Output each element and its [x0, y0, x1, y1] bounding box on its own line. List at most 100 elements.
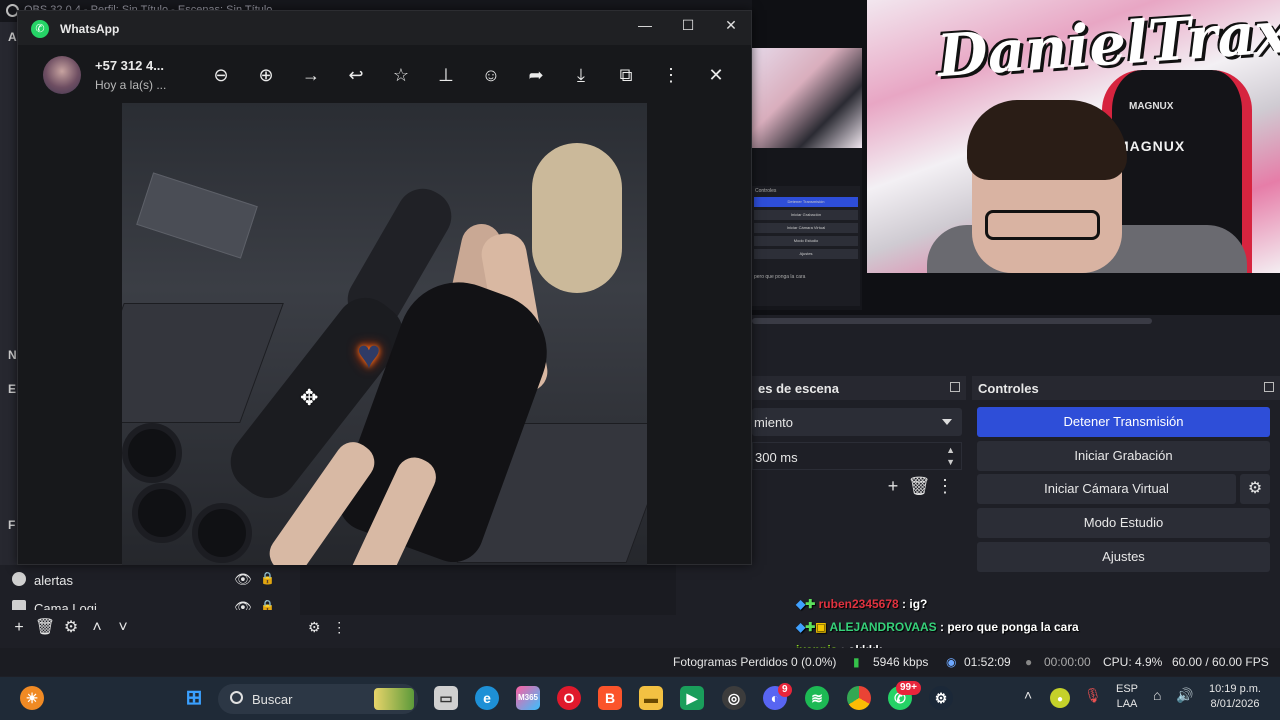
person-hair [532, 143, 622, 293]
whatsapp-app-name: WhatsApp [60, 22, 120, 36]
weight-plate [122, 423, 182, 483]
trash-icon[interactable]: 🗑 [32, 617, 58, 637]
spotify-icon[interactable]: ≋ [805, 686, 829, 710]
share-icon[interactable]: ➦ [522, 62, 550, 88]
pin-icon[interactable]: ⊥ [432, 62, 460, 88]
chat-badge-icon: ◆ [796, 597, 806, 611]
virtual-camera-settings-gear-icon[interactable]: ⚙ [1240, 474, 1270, 504]
task-view-icon[interactable]: ▭ [434, 686, 458, 710]
spin-up-icon[interactable]: ▲ [946, 445, 955, 455]
studio-mode-button[interactable]: Modo Estudio [977, 508, 1270, 538]
record-status-icon: ● [1025, 655, 1033, 669]
transition-duration-input[interactable]: 300 ms ▲ ▼ [752, 442, 962, 470]
reply-icon[interactable]: ↩ [342, 62, 370, 88]
trash-icon[interactable]: 🗑 [906, 476, 932, 497]
brave-icon[interactable]: B [598, 686, 622, 710]
more-vertical-icon[interactable]: ⋮ [932, 476, 958, 497]
eye-icon[interactable]: 👁 [234, 571, 252, 588]
emoji-icon[interactable]: ☺ [477, 62, 505, 88]
add-source-icon[interactable]: + [6, 619, 32, 637]
preview-scrollbar[interactable] [752, 318, 1152, 324]
obs-left-strip: A N E F [0, 22, 18, 622]
app-icon[interactable]: ▶ [680, 686, 704, 710]
source-name: Cama Logi [34, 601, 97, 610]
chat-user: ALEJANDROVAAS [829, 620, 937, 634]
transition-select[interactable]: miento [752, 408, 962, 436]
chrome-icon[interactable] [847, 686, 871, 710]
transitions-title: es de escena [758, 381, 839, 396]
source-item[interactable]: alertas 👁 🔒 [6, 568, 290, 592]
forward-arrow-icon[interactable]: → [297, 62, 325, 88]
lock-icon[interactable]: 🔒 [260, 571, 275, 585]
start-recording-button[interactable]: Iniciar Grabación [977, 441, 1270, 471]
heart-sticker-icon: ♥ [357, 333, 381, 377]
more-vertical-icon[interactable]: ⋮ [332, 619, 346, 635]
weather-widget-icon[interactable]: ☀ [20, 686, 44, 710]
weight-plate [132, 483, 192, 543]
obs-taskbar-icon[interactable]: ◎ [722, 686, 746, 710]
settings-button[interactable]: Ajustes [977, 542, 1270, 572]
taskbar-search[interactable]: Buscar [218, 684, 418, 714]
language-code: ESP [1115, 683, 1138, 695]
zoom-in-icon[interactable]: ⊕ [252, 62, 280, 88]
close-window-icon[interactable]: ✕ [716, 17, 746, 34]
language-indicator[interactable]: ESP LAA [1112, 683, 1142, 710]
advanced-audio-gear-icon[interactable]: ⚙ [308, 619, 321, 635]
microphone-icon[interactable]: 🎙 [1084, 687, 1102, 704]
transition-toolbar: + 🗑 ⋮ [880, 476, 960, 498]
exercise-mat [136, 172, 258, 259]
zoom-out-icon[interactable]: ⊖ [207, 62, 235, 88]
more-icon[interactable]: ⋮ [657, 62, 685, 88]
maximize-icon[interactable]: ☐ [673, 17, 703, 34]
steam-icon[interactable]: ⚙ [929, 686, 953, 710]
undock-icon[interactable] [950, 382, 960, 392]
controls-header: Controles [972, 376, 1280, 400]
volume-icon[interactable]: 🔊 [1176, 687, 1193, 704]
nested-button: Modo Estudio [754, 236, 858, 246]
m365-icon[interactable]: M365 [516, 686, 540, 710]
source-item[interactable]: Cama Logi 👁 🔒 [6, 596, 290, 610]
cpu-usage: CPU: 4.9% [1103, 655, 1163, 669]
undock-icon[interactable] [1264, 382, 1274, 392]
opera-icon[interactable]: O [557, 686, 581, 710]
network-icon[interactable]: ⌂ [1153, 687, 1161, 703]
close-icon[interactable]: ✕ [702, 62, 730, 88]
open-external-icon[interactable]: ⧉ [612, 62, 640, 88]
search-icon [230, 691, 243, 704]
star-icon[interactable]: ☆ [387, 62, 415, 88]
download-icon[interactable]: ⤓ [567, 62, 595, 88]
obs-status-bar: Fotogramas Perdidos 0 (0.0%) ▮ 5946 kbps… [0, 648, 1280, 676]
chat-message: ◆✚▣ ALEJANDROVAAS : pero que ponga la ca… [796, 620, 1079, 634]
media-photo[interactable]: ♥ ✥ [122, 103, 647, 565]
contact-name[interactable]: +57 312 4... [95, 58, 164, 73]
file-explorer-icon[interactable]: ▬ [639, 686, 663, 710]
windows-taskbar: ☀ ⊞ Buscar ▭ e M365 O B ▬ ▶ ◎ ◐ 9 ≋ ✆ 99… [0, 677, 1280, 720]
spin-down-icon[interactable]: ▼ [946, 457, 955, 467]
transitions-header: es de escena [752, 376, 966, 400]
gear-icon[interactable]: ⚙ [58, 617, 84, 637]
lock-icon[interactable]: 🔒 [260, 599, 275, 610]
move-down-icon[interactable]: ˅ [110, 619, 136, 637]
weight-plate [192, 503, 252, 563]
avatar[interactable] [43, 56, 81, 94]
nested-camera [752, 48, 862, 148]
edge-browser-icon[interactable]: e [475, 686, 499, 710]
source-name: alertas [34, 573, 74, 588]
strip-letter: N [8, 348, 17, 362]
minimize-icon[interactable]: — [630, 17, 660, 33]
start-virtual-camera-button[interactable]: Iniciar Cámara Virtual [977, 474, 1236, 504]
whatsapp-window: ✆ WhatsApp — ☐ ✕ +57 312 4... Hoy a la(s… [17, 10, 752, 565]
move-up-icon[interactable]: ˄ [84, 619, 110, 637]
sources-dock: alertas 👁 🔒 Cama Logi 👁 🔒 + 🗑 ⚙ ˄ ˅ [0, 565, 296, 645]
eye-icon[interactable]: 👁 [234, 599, 252, 610]
start-windows-icon[interactable]: ⊞ [182, 686, 206, 710]
clock[interactable]: 10:19 p.m. 8/01/2026 [1200, 683, 1270, 710]
add-icon[interactable]: + [880, 476, 906, 497]
nested-chat-line: pero que ponga la cara [754, 274, 806, 280]
tray-app-icon[interactable]: ● [1050, 688, 1070, 708]
language-layout: LAA [1116, 698, 1138, 710]
stop-stream-button[interactable]: Detener Transmisión [977, 407, 1270, 437]
tray-chevron-icon[interactable]: ˄ [1024, 687, 1032, 703]
nested-button: Iniciar Grabación [754, 210, 858, 220]
audio-mixer-panel [300, 565, 676, 615]
